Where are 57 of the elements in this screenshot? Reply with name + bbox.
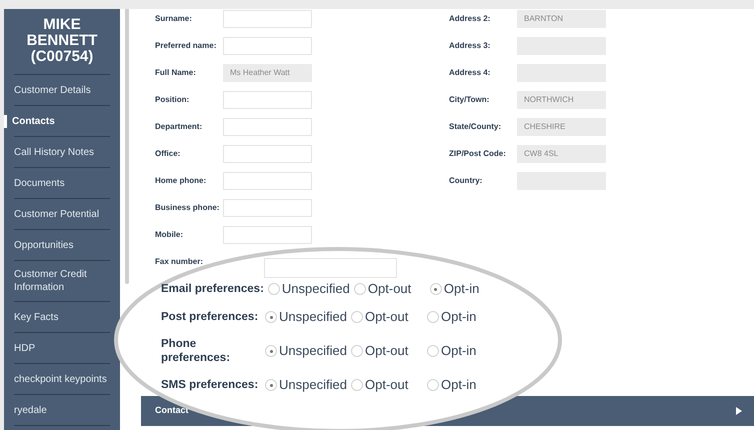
- section-title: Contact: [155, 404, 188, 418]
- customer-name: MIKE BENNETT (C00754): [26, 17, 98, 65]
- nav-item[interactable]: Call History Notes: [14, 146, 94, 158]
- radio-label[interactable]: Unspecified: [279, 375, 347, 395]
- field-label: Surname:: [155, 12, 193, 24]
- scrollbar[interactable]: [124, 9, 128, 284]
- radio-label[interactable]: Opt-out: [365, 375, 408, 395]
- expand-icon[interactable]: [736, 407, 742, 415]
- radio-label[interactable]: Opt-out: [368, 279, 412, 299]
- input-field[interactable]: [264, 258, 397, 278]
- nav-item[interactable]: ryedale: [14, 404, 47, 416]
- preference-label: Phone preferences:: [161, 337, 232, 365]
- field-label: Department:: [155, 120, 204, 132]
- preference-label: Email preferences:: [161, 282, 265, 296]
- field-label: Business phone:: [155, 202, 220, 214]
- radio-label[interactable]: Opt-out: [365, 341, 408, 361]
- radio-label[interactable]: Opt-in: [441, 341, 476, 361]
- field-label: Address 3:: [449, 40, 492, 52]
- preference-label: SMS preferences:: [161, 378, 260, 392]
- field-label: City/Town:: [449, 94, 490, 106]
- field-label: Country:: [449, 174, 484, 186]
- field-label: Preferred name:: [155, 40, 218, 52]
- nav-item[interactable]: Customer Potential: [14, 208, 100, 220]
- input-field[interactable]: [223, 118, 312, 136]
- radio-label[interactable]: Opt-in: [441, 375, 476, 395]
- field-label: ZIP/Post Code:: [449, 148, 507, 160]
- input-field[interactable]: [223, 36, 312, 54]
- radio-label[interactable]: Opt-in: [444, 279, 480, 299]
- input-field[interactable]: [223, 90, 312, 108]
- nav-item[interactable]: checkpoint keypoints: [14, 372, 107, 386]
- field-label: Position:: [155, 94, 190, 106]
- nav-item[interactable]: Opportunities: [14, 238, 74, 252]
- nav-item[interactable]: Customer Details: [14, 84, 91, 96]
- field-label: Office:: [155, 148, 182, 160]
- field-label: Home phone:: [155, 174, 208, 186]
- radio-label[interactable]: Unspecified: [279, 341, 347, 361]
- preference-label: Post preferences:: [161, 310, 260, 324]
- field-label: Address 4:: [449, 66, 492, 78]
- radio-label[interactable]: Unspecified: [282, 279, 350, 299]
- radio-label[interactable]: Unspecified: [279, 307, 347, 327]
- radio-label[interactable]: Opt-out: [365, 307, 408, 327]
- input-field[interactable]: [223, 144, 312, 162]
- input-field[interactable]: [223, 10, 312, 28]
- field-label: Fax number:: [155, 256, 204, 268]
- input-field[interactable]: [223, 198, 312, 216]
- input-field[interactable]: [223, 226, 312, 244]
- nav-item[interactable]: Documents: [14, 176, 65, 190]
- nav-item[interactable]: HDP: [14, 342, 36, 354]
- input-field[interactable]: [223, 172, 312, 190]
- radio-label[interactable]: Opt-in: [441, 307, 476, 327]
- nav-item[interactable]: Key Facts: [14, 310, 58, 324]
- field-label: Address 2:: [449, 12, 492, 24]
- nav-item[interactable]: Customer Credit Information: [14, 268, 110, 294]
- field-label: State/County:: [449, 120, 502, 132]
- field-label: Mobile:: [155, 228, 184, 240]
- field-label: Full Name:: [155, 66, 197, 78]
- nav-item[interactable]: Contacts: [4, 114, 55, 128]
